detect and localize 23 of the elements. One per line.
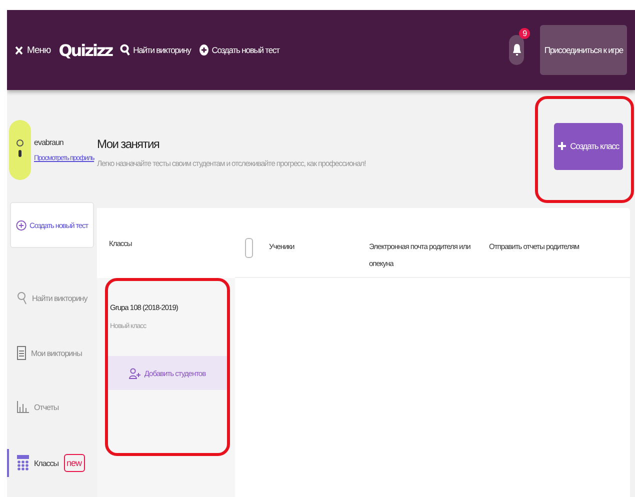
plus-circle-icon <box>198 44 209 56</box>
select-all-checkbox[interactable] <box>245 238 253 258</box>
new-badge: new <box>64 454 85 472</box>
create-class-button[interactable]: Создать класс <box>554 122 623 170</box>
add-person-icon <box>129 368 142 378</box>
close-icon <box>15 46 23 54</box>
nav-link[interactable]: Создать новый тест <box>198 44 280 56</box>
grid-icon <box>17 455 29 471</box>
bar-chart-icon <box>17 401 29 413</box>
plus-icon <box>558 142 566 150</box>
page-title: Мои занятия <box>97 136 160 150</box>
document-icon <box>17 346 26 360</box>
plus-circle-icon <box>16 220 27 230</box>
join-game-button[interactable]: Присоединиться к игре <box>540 25 627 75</box>
search-icon <box>120 44 130 56</box>
search-icon <box>17 291 27 305</box>
notification-badge: 9 <box>519 28 530 39</box>
notification-button[interactable] <box>509 35 524 65</box>
logo[interactable]: Quizizz <box>58 40 112 60</box>
bell-icon <box>512 43 522 57</box>
username: evabraun <box>34 138 64 147</box>
nav-link[interactable]: Найти викторину <box>120 44 191 56</box>
menu-button[interactable]: Меню <box>15 44 51 56</box>
